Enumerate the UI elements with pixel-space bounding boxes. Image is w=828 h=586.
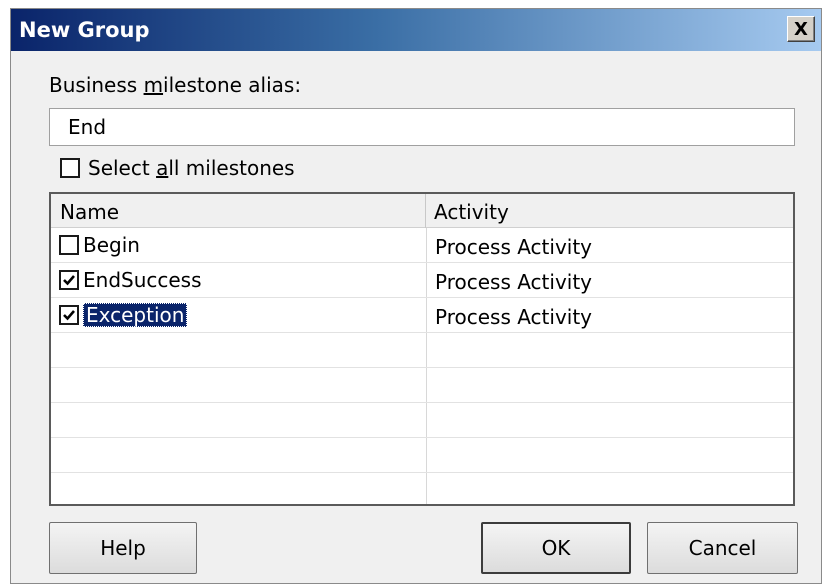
alias-input[interactable]: End bbox=[49, 108, 795, 146]
empty-row bbox=[51, 368, 793, 403]
close-button[interactable]: X bbox=[787, 16, 815, 42]
alias-value: End bbox=[68, 115, 107, 139]
cancel-button[interactable]: Cancel bbox=[647, 522, 798, 574]
list-row[interactable]: EndSuccess Process Activity bbox=[51, 263, 793, 298]
row-name-cell: Exception bbox=[59, 303, 188, 327]
row-name-cell: Begin bbox=[59, 233, 140, 257]
row-name: Begin bbox=[83, 233, 140, 257]
select-all-checkbox-box[interactable] bbox=[60, 158, 80, 178]
select-all-milestones-checkbox[interactable]: Select all milestones bbox=[60, 156, 295, 180]
column-header-activity[interactable]: Activity bbox=[426, 194, 793, 228]
milestones-list[interactable]: Name Activity Begin Process Activity EndSu… bbox=[49, 192, 795, 506]
row-activity: Process Activity bbox=[435, 270, 593, 294]
select-all-label: Select all milestones bbox=[88, 156, 295, 180]
ok-button[interactable]: OK bbox=[481, 522, 631, 574]
list-row[interactable]: Exception Process Activity bbox=[51, 298, 793, 333]
empty-row bbox=[51, 473, 793, 504]
help-button[interactable]: Help bbox=[49, 522, 197, 574]
row-activity: Process Activity bbox=[435, 235, 593, 259]
empty-row bbox=[51, 438, 793, 473]
window-title: New Group bbox=[19, 18, 150, 42]
close-icon: X bbox=[794, 18, 808, 40]
checked-checkbox[interactable] bbox=[59, 270, 79, 290]
new-group-dialog: New Group X Business milestone alias: En… bbox=[10, 8, 822, 584]
empty-row bbox=[51, 403, 793, 438]
row-name: Exception bbox=[83, 303, 188, 327]
row-activity: Process Activity bbox=[435, 305, 593, 329]
column-header-name[interactable]: Name bbox=[51, 194, 426, 228]
list-header: Name Activity bbox=[51, 194, 793, 228]
empty-row bbox=[51, 333, 793, 368]
list-row[interactable]: Begin Process Activity bbox=[51, 228, 793, 263]
row-name: EndSuccess bbox=[83, 268, 202, 292]
title-bar[interactable]: New Group X bbox=[11, 9, 821, 51]
checked-checkbox[interactable] bbox=[59, 305, 79, 325]
unchecked-checkbox[interactable] bbox=[59, 235, 79, 255]
row-name-cell: EndSuccess bbox=[59, 268, 202, 292]
alias-label: Business milestone alias: bbox=[49, 73, 302, 97]
